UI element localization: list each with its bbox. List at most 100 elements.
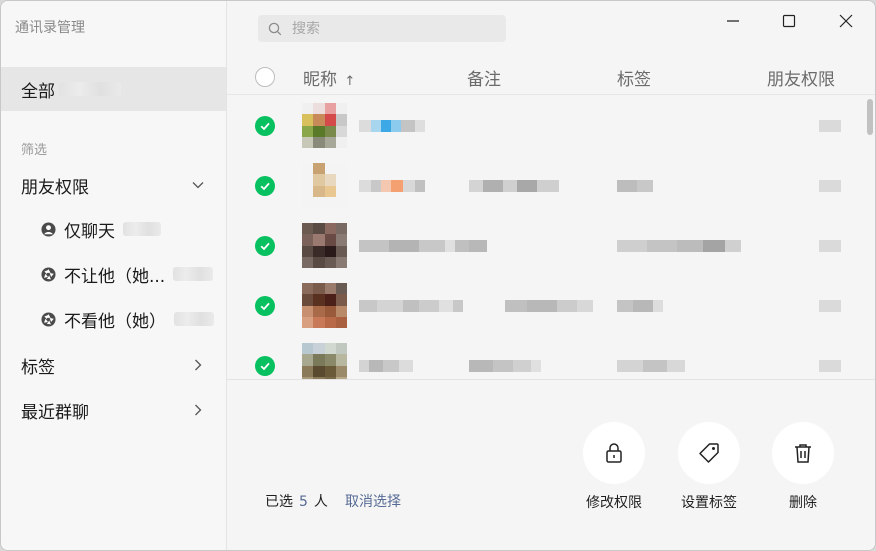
avatar xyxy=(302,223,347,268)
row-checkbox-checked[interactable] xyxy=(255,236,275,256)
edit-permissions-label: 修改权限 xyxy=(586,495,642,511)
table-row[interactable] xyxy=(227,96,875,156)
tag-icon xyxy=(699,443,719,463)
blurred-count xyxy=(123,222,161,236)
delete-circle[interactable] xyxy=(772,422,834,484)
aperture-icon xyxy=(41,311,56,327)
checkmark-icon xyxy=(260,122,270,131)
blurred-permission xyxy=(819,240,841,252)
blurred-permission xyxy=(819,360,841,372)
blurred-nickname xyxy=(359,240,487,252)
cancel-selection-link[interactable]: 取消选择 xyxy=(345,491,401,511)
blurred-nickname xyxy=(359,180,425,192)
set-tags-button[interactable]: 设置标签 xyxy=(669,422,749,512)
checkmark-icon xyxy=(260,362,270,371)
tags-label: 标签 xyxy=(21,357,55,378)
friend-permissions-label: 朋友权限 xyxy=(21,177,89,198)
hide-their-moments-label: 不看他（她） xyxy=(64,311,166,332)
blurred-count xyxy=(173,267,214,281)
column-remark[interactable]: 备注 xyxy=(467,65,501,90)
table-row[interactable] xyxy=(227,156,875,216)
sidebar-item-all[interactable]: 全部 xyxy=(1,67,226,111)
person-icon xyxy=(41,221,56,237)
edit-permissions-circle[interactable] xyxy=(583,422,645,484)
blurred-tag xyxy=(617,240,741,252)
row-checkbox-checked[interactable] xyxy=(255,176,275,196)
sort-ascending-icon: ↑ xyxy=(344,74,356,89)
column-nickname[interactable]: 昵称 ↑ xyxy=(303,65,355,90)
selection-prefix: 已选 xyxy=(265,494,293,510)
selection-suffix: 人 xyxy=(313,494,328,510)
blurred-remark xyxy=(505,300,593,312)
blurred-count xyxy=(59,82,121,96)
row-checkbox-checked[interactable] xyxy=(255,356,275,376)
row-checkbox-checked[interactable] xyxy=(255,116,275,136)
selection-summary: 已选 5 人 xyxy=(265,491,328,511)
blurred-remark xyxy=(469,180,559,192)
avatar xyxy=(302,103,347,148)
sidebar: 通讯录管理 全部 筛选 朋友权限 仅聊天 不让他（她... 不看他（她） 标签 xyxy=(1,1,227,550)
sidebar-item-recent-groups[interactable]: 最近群聊 xyxy=(1,390,226,430)
avatar xyxy=(302,163,347,208)
trash-icon xyxy=(795,444,811,463)
maximize-icon xyxy=(782,14,796,28)
main-panel: 昵称 ↑ 备注 标签 朋友权限 xyxy=(227,1,875,550)
column-tag[interactable]: 标签 xyxy=(617,65,651,90)
sidebar-item-tags[interactable]: 标签 xyxy=(1,345,226,385)
filter-section-label: 筛选 xyxy=(21,143,48,158)
table-row[interactable] xyxy=(227,276,875,336)
checkmark-icon xyxy=(260,182,270,191)
chat-only-label: 仅聊天 xyxy=(64,221,115,242)
blurred-permission xyxy=(819,180,841,192)
maximize-button[interactable] xyxy=(769,7,809,35)
search-icon xyxy=(268,22,282,35)
close-icon xyxy=(839,14,853,28)
checkmark-icon xyxy=(260,242,270,251)
row-checkbox-checked[interactable] xyxy=(255,296,275,316)
blurred-tag xyxy=(617,180,653,192)
select-all-checkbox[interactable] xyxy=(255,67,275,87)
recent-groups-label: 最近群聊 xyxy=(21,402,89,423)
blurred-tag xyxy=(617,300,663,312)
search-box[interactable] xyxy=(258,15,506,42)
sidebar-item-chat-only[interactable]: 仅聊天 xyxy=(1,211,226,247)
blurred-nickname xyxy=(359,360,413,372)
sidebar-item-hide-their-moments[interactable]: 不看他（她） xyxy=(1,301,226,337)
app-title: 通讯录管理 xyxy=(15,20,85,36)
blurred-count xyxy=(174,312,214,326)
set-tags-circle[interactable] xyxy=(678,422,740,484)
blurred-nickname xyxy=(359,120,425,132)
hide-my-moments-label: 不让他（她... xyxy=(64,266,166,287)
sidebar-item-all-label: 全部 xyxy=(21,81,55,102)
delete-button[interactable]: 删除 xyxy=(763,422,843,512)
selection-count: 5 xyxy=(299,494,308,510)
delete-label: 删除 xyxy=(789,495,817,511)
table-row[interactable] xyxy=(227,216,875,276)
lock-icon xyxy=(606,443,622,463)
blurred-remark xyxy=(469,360,541,372)
contact-list xyxy=(227,96,875,380)
sidebar-item-friend-permissions[interactable]: 朋友权限 xyxy=(1,165,226,205)
avatar xyxy=(302,283,347,328)
minimize-button[interactable] xyxy=(713,7,753,35)
blurred-tag xyxy=(617,360,685,372)
sidebar-item-hide-my-moments[interactable]: 不让他（她... xyxy=(1,256,226,292)
scrollbar-thumb[interactable] xyxy=(867,99,873,135)
search-input[interactable] xyxy=(292,20,492,37)
blurred-permission xyxy=(819,300,841,312)
column-friend-permissions[interactable]: 朋友权限 xyxy=(767,65,835,90)
set-tags-label: 设置标签 xyxy=(681,495,737,511)
chevron-right-icon xyxy=(195,359,202,371)
contacts-manager-window: 通讯录管理 全部 筛选 朋友权限 仅聊天 不让他（她... 不看他（她） 标签 xyxy=(0,0,876,551)
chevron-right-icon xyxy=(195,404,202,416)
close-button[interactable] xyxy=(826,7,866,35)
aperture-icon xyxy=(41,266,56,282)
edit-permissions-button[interactable]: 修改权限 xyxy=(574,422,654,512)
table-row[interactable] xyxy=(227,336,875,379)
chevron-down-icon xyxy=(192,182,204,189)
checkmark-icon xyxy=(260,302,270,311)
minimize-icon xyxy=(727,20,739,22)
table-header: 昵称 ↑ 备注 标签 朋友权限 xyxy=(227,59,875,95)
blurred-nickname xyxy=(359,300,463,312)
column-nickname-label: 昵称 xyxy=(303,70,337,90)
